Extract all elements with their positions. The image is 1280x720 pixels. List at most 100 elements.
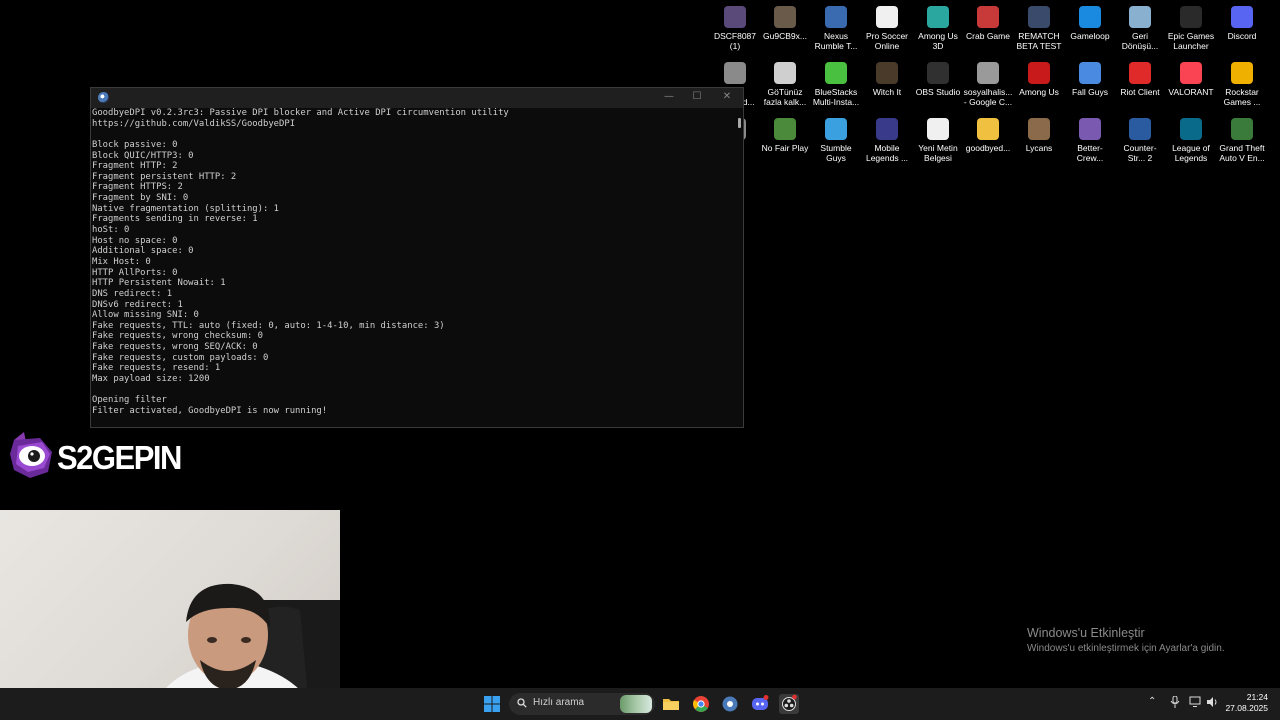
file-explorer-icon[interactable] [661, 694, 681, 714]
clock-date: 27.08.2025 [1225, 703, 1268, 713]
console-line: Fake requests, wrong checksum: 0 [92, 331, 263, 342]
desktop-icon[interactable]: Geri Dönüşü... [1115, 6, 1165, 51]
minimize-button[interactable]: — [657, 89, 681, 105]
desktop-icon-label: OBS Studio [915, 87, 961, 97]
chrome-icon[interactable] [691, 694, 711, 714]
console-line: https://github.com/ValdikSS/GoodbyeDPI [92, 118, 296, 129]
app-icon [1079, 62, 1101, 84]
desktop-icon-label: Gu9CB9x... [763, 31, 807, 41]
app-icon [977, 6, 999, 28]
desktop-icon[interactable]: Epic Games Launcher [1166, 6, 1216, 51]
console-line: HTTP Persistent Nowait: 1 [92, 278, 226, 289]
logo-text: S2GEPIN [57, 438, 182, 477]
app-icon [876, 62, 898, 84]
console-line: Filter activated, GoodbyeDPI is now runn… [92, 405, 328, 416]
start-icon[interactable] [482, 694, 502, 714]
chevron-up-icon[interactable]: ⌃ [1148, 696, 1156, 707]
desktop-icon[interactable]: Nexus Rumble T... [811, 6, 861, 51]
console-titlebar[interactable]: — ☐ ✕ [91, 88, 743, 108]
desktop-icon[interactable]: Gameloop [1065, 6, 1115, 41]
microphone-icon[interactable] [1170, 696, 1180, 708]
console-scrollbar[interactable] [738, 118, 741, 128]
desktop-icon[interactable]: Grand Theft Auto V En... [1217, 118, 1267, 163]
taskbar-clock[interactable]: 21:24 27.08.2025 [1225, 692, 1268, 714]
desktop-icon[interactable]: VALORANT [1166, 62, 1216, 97]
desktop-icon-label: No Fair Play [761, 143, 809, 153]
console-line: Max payload size: 1200 [92, 374, 210, 385]
speaker-icon[interactable] [1206, 696, 1218, 708]
display-icon[interactable] [1189, 696, 1201, 708]
desktop-icon[interactable]: Riot Client [1115, 62, 1165, 97]
app-icon [825, 118, 847, 140]
desktop-icon[interactable]: Pro Soccer Online [862, 6, 912, 51]
app-icon [927, 62, 949, 84]
desktop-icon[interactable]: REMATCH BETA TEST [1014, 6, 1064, 51]
desktop-icon[interactable]: goodbyed... [963, 118, 1013, 153]
desktop-icon[interactable]: DSCF8087 (1) [710, 6, 760, 51]
obs-studio-icon[interactable] [779, 694, 799, 714]
desktop-icon-label: Gameloop [1070, 31, 1110, 41]
desktop-icon-label: Witch It [872, 87, 902, 97]
desktop-icon[interactable]: Lycans [1014, 118, 1064, 153]
taskbar: Hızlı arama ⌃ 21:24 27.08.2025 [0, 688, 1280, 720]
desktop-icon-label: Mobile Legends ... [865, 143, 909, 163]
desktop-icon[interactable]: Rockstar Games ... [1217, 62, 1267, 107]
search-highlight-image [620, 695, 652, 713]
desktop-icon[interactable]: Counter-Str... 2 [1115, 118, 1165, 163]
app-icon [825, 6, 847, 28]
close-button[interactable]: ✕ [715, 89, 739, 105]
desktop-icon[interactable]: OBS Studio [913, 62, 963, 97]
app-icon [724, 62, 746, 84]
app-icon [1028, 118, 1050, 140]
desktop-icon[interactable]: GöTünüz fazla kalk... [760, 62, 810, 107]
taskbar-search[interactable]: Hızlı arama [509, 693, 655, 715]
console-line: Opening filter [92, 395, 167, 406]
desktop-icon[interactable]: Better-Crew... [1065, 118, 1115, 163]
console-line: Block passive: 0 [92, 139, 178, 150]
desktop-icon-label: Pro Soccer Online [865, 31, 909, 51]
desktop-icon-label: League of Legends [1172, 143, 1210, 163]
console-line: DNS redirect: 1 [92, 288, 173, 299]
desktop-icon[interactable]: Discord [1217, 6, 1267, 41]
desktop-icon[interactable]: Among Us 3D [913, 6, 963, 51]
console-line: HTTP AllPorts: 0 [92, 267, 178, 278]
console-line: Fake requests, wrong SEQ/ACK: 0 [92, 342, 258, 353]
console-line: GoodbyeDPI v0.2.3rc3: Passive DPI blocke… [92, 108, 509, 118]
goodbyedpi-icon[interactable] [720, 694, 740, 714]
desktop-icon-label: Rockstar Games ... [1223, 87, 1261, 107]
desktop-icon-label: Yeni Metin Belgesi [918, 143, 958, 163]
desktop-icon[interactable]: League of Legends [1166, 118, 1216, 163]
desktop-icon-label: Among Us [1019, 87, 1059, 97]
console-line: DNSv6 redirect: 1 [92, 299, 183, 310]
console-output[interactable]: GoodbyeDPI v0.2.3rc3: Passive DPI blocke… [92, 108, 731, 427]
desktop-icon[interactable]: BlueStacks Multi-Insta... [811, 62, 861, 107]
app-icon [1129, 118, 1151, 140]
desktop-icon[interactable]: Crab Game [963, 6, 1013, 41]
app-icon [1180, 118, 1202, 140]
desktop-icon-label: Lycans [1025, 143, 1053, 153]
desktop-icon[interactable]: sosyalhalis... - Google C... [963, 62, 1013, 107]
desktop-icon-label: Better-Crew... [1076, 143, 1104, 163]
desktop-icon-label: VALORANT [1168, 87, 1214, 97]
desktop-icon[interactable]: Witch It [862, 62, 912, 97]
desktop-icon-label: goodbyed... [965, 143, 1011, 153]
desktop-icon[interactable]: No Fair Play [760, 118, 810, 153]
desktop-icon-label: Discord [1227, 31, 1257, 41]
console-line: Fake requests, custom payloads: 0 [92, 352, 269, 363]
desktop-icon[interactable]: Mobile Legends ... [862, 118, 912, 163]
watermark-subtitle: Windows'u etkinleştirmek için Ayarlar'a … [1027, 643, 1225, 654]
desktop-icon[interactable]: Stumble Guys [811, 118, 861, 163]
desktop-icon[interactable]: Among Us [1014, 62, 1064, 97]
desktop-icon[interactable]: Fall Guys [1065, 62, 1115, 97]
discord-icon[interactable] [750, 694, 770, 714]
desktop-icon-label: sosyalhalis... - Google C... [963, 87, 1013, 107]
desktop-icon[interactable]: Yeni Metin Belgesi [913, 118, 963, 163]
app-icon [1028, 62, 1050, 84]
console-line: hoSt: 0 [92, 225, 130, 236]
maximize-button[interactable]: ☐ [685, 89, 709, 105]
goodbyedpi-console-window[interactable]: — ☐ ✕ GoodbyeDPI v0.2.3rc3: Passive DPI … [90, 87, 744, 428]
desktop-icon-label: Grand Theft Auto V En... [1219, 143, 1265, 163]
desktop-icon[interactable]: Gu9CB9x... [760, 6, 810, 41]
